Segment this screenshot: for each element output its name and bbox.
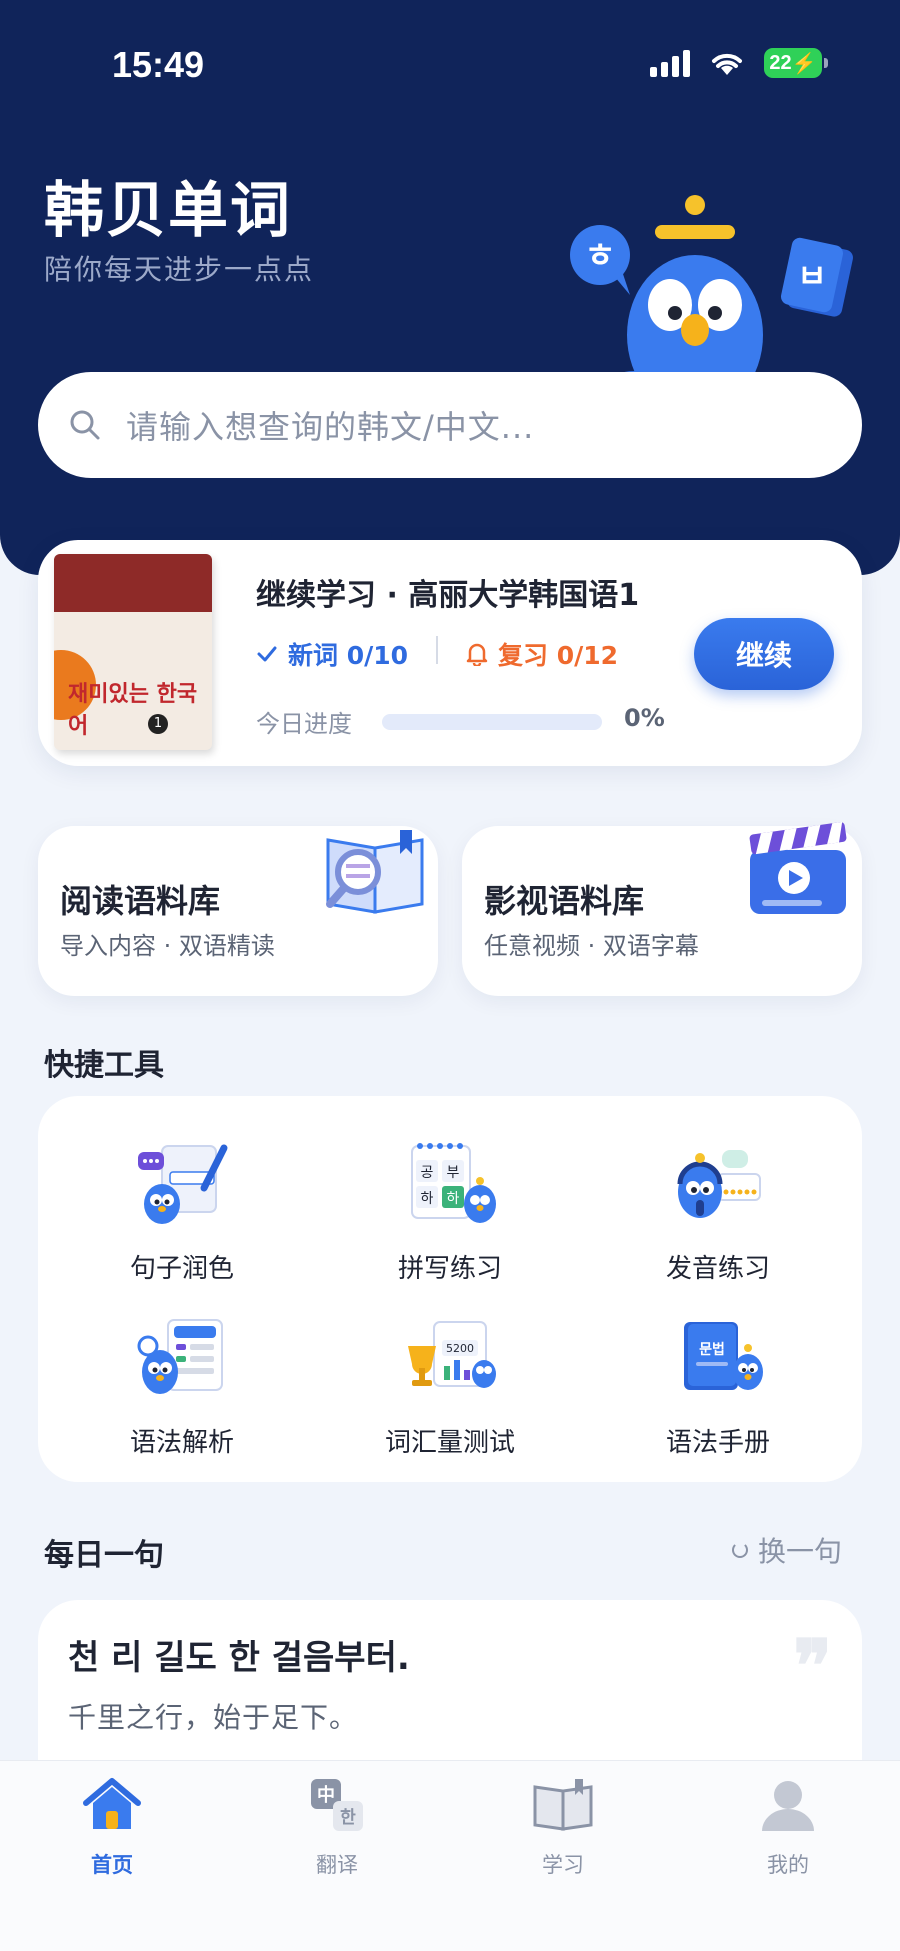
tool-label: 语法手册 <box>665 1428 770 1458</box>
svg-text:ㅂ: ㅂ <box>797 257 826 295</box>
progress-percent: 0% <box>624 704 665 732</box>
tool-label: 语法解析 <box>129 1428 234 1458</box>
check-icon <box>257 646 277 662</box>
vocab-test-icon: 5200 <box>408 1321 496 1388</box>
reading-corpus-title: 阅读语料库 <box>60 882 221 920</box>
app-subtitle: 陪你每天进步一点点 <box>44 253 315 286</box>
book-magnifier-icon <box>326 830 424 914</box>
tab-label: 学习 <box>542 1853 584 1877</box>
header-banner: 15:49 22 ⚡ 韩贝单词 陪你每天进步一点点 ㅎ ㅂ 请输入想查询的韩文/… <box>0 0 900 575</box>
reading-corpus-card[interactable]: 阅读语料库 导入内容 · 双语精读 <box>38 826 438 996</box>
tools-section-title: 快捷工具 <box>44 1048 164 1083</box>
continue-button[interactable]: 继续 <box>694 618 834 690</box>
tab-label: 首页 <box>91 1853 133 1877</box>
tile-bu: 부 <box>447 1165 460 1181</box>
daily-section-title: 每日一句 <box>44 1538 164 1573</box>
tab-label: 翻译 <box>316 1853 358 1877</box>
progress-label: 今日进度 <box>256 710 352 738</box>
tile-gong: 공 <box>421 1165 434 1181</box>
refresh-label: 换一句 <box>757 1535 842 1568</box>
tool-label: 句子润色 <box>129 1254 234 1284</box>
tile-ha-green: 하 <box>447 1191 460 1207</box>
tab-label: 我的 <box>767 1853 809 1877</box>
study-book-icon <box>533 1779 593 1831</box>
textbook-cover-number: 1 <box>148 714 168 734</box>
translate-icon: 中 한 <box>311 1779 363 1831</box>
app-title: 韩贝单词 <box>44 176 292 246</box>
grammar-book-text: 문법 <box>699 1342 725 1358</box>
battery-icon: 22 ⚡ <box>764 48 828 78</box>
tools-card: 句子润色 공 부 하 하 拼写练习 发音练习 语法解析 5200 词汇量测试 문… <box>38 1096 862 1482</box>
tool-sentence-polish[interactable]: 句子润色 <box>82 1136 282 1286</box>
reading-corpus-subtitle: 导入内容 · 双语精读 <box>60 932 275 960</box>
refresh-sentence-button[interactable]: 换一句 <box>731 1530 842 1570</box>
tab-study[interactable]: 学习 <box>503 1773 623 1879</box>
tool-label: 拼写练习 <box>397 1254 502 1284</box>
new-words-stat: 新词 0/10 <box>256 636 408 672</box>
status-icons: 22 ⚡ <box>650 48 828 78</box>
profile-icon <box>762 1781 814 1831</box>
video-corpus-title: 影视语料库 <box>484 882 645 920</box>
tool-pronunciation[interactable]: 发音练习 <box>618 1136 818 1286</box>
new-words-text: 新词 0/10 <box>288 641 409 670</box>
penguin-mascot-icon: ㅎ ㅂ <box>570 195 853 395</box>
pronunciation-icon <box>677 1150 761 1218</box>
review-text: 复习 0/12 <box>498 641 619 670</box>
quote-icon: ❞ <box>793 1623 832 1708</box>
tool-vocab-test[interactable]: 5200 词汇量测试 <box>350 1310 550 1460</box>
tile-ha: 하 <box>421 1191 434 1207</box>
continue-title: 继续学习 · 高丽大学韩国语1 <box>256 578 640 613</box>
wifi-icon <box>712 53 742 75</box>
video-corpus-card[interactable]: 影视语料库 任意视频 · 双语字幕 <box>462 821 862 996</box>
bell-icon <box>466 643 488 666</box>
translate-glyph-zh: 中 <box>317 1784 335 1806</box>
textbook-cover: 재미있는 한국어 1 <box>54 554 212 750</box>
tab-profile[interactable]: 我的 <box>728 1773 848 1879</box>
tab-translate[interactable]: 中 한 翻译 <box>277 1773 397 1879</box>
translate-glyph-ko: 한 <box>340 1808 356 1828</box>
status-time: 15:49 <box>112 44 205 85</box>
bottom-tab-bar: 首页 中 한 翻译 学习 我的 <box>0 1760 900 1951</box>
progress-bar <box>382 714 602 730</box>
stat-divider <box>436 636 438 664</box>
daily-sentence-chinese: 千里之行，始于足下。 <box>68 1701 359 1734</box>
review-stat: 复习 0/12 <box>466 636 618 672</box>
grammar-analysis-icon <box>137 1319 223 1394</box>
refresh-icon <box>731 1542 748 1558</box>
search-input[interactable]: 请输入想查询的韩文/中文... <box>126 402 534 448</box>
search-bar[interactable]: 请输入想查询的韩文/中文... <box>38 372 862 478</box>
daily-sentence-korean: 천 리 길도 한 걸음부터. <box>68 1638 410 1678</box>
video-clapper-icon <box>749 821 847 914</box>
battery-level: 22 <box>769 51 792 74</box>
video-corpus-subtitle: 任意视频 · 双语字幕 <box>484 932 699 960</box>
spelling-practice-icon: 공 부 하 하 <box>411 1143 496 1223</box>
continue-learning-card[interactable]: 재미있는 한국어 1 继续学习 · 高丽大学韩国语1 新词 0/10 复习 0/… <box>38 540 862 766</box>
sentence-polish-icon <box>138 1144 228 1224</box>
search-icon <box>70 410 100 440</box>
signal-icon <box>650 49 690 77</box>
tool-spelling-practice[interactable]: 공 부 하 하 拼写练习 <box>350 1136 550 1286</box>
tool-grammar-book[interactable]: 문법 语法手册 <box>618 1310 818 1460</box>
vocab-test-count: 5200 <box>446 1342 474 1355</box>
tool-label: 发音练习 <box>665 1254 770 1284</box>
textbook-cover-title: 재미있는 한국어 <box>68 682 198 739</box>
tool-grammar-analysis[interactable]: 语法解析 <box>82 1310 282 1460</box>
tool-label: 词汇量测试 <box>384 1428 515 1458</box>
home-icon <box>83 1778 141 1829</box>
tab-home[interactable]: 首页 <box>52 1773 172 1879</box>
svg-text:ㅎ: ㅎ <box>584 236 615 276</box>
grammar-book-icon: 문법 <box>684 1322 763 1390</box>
